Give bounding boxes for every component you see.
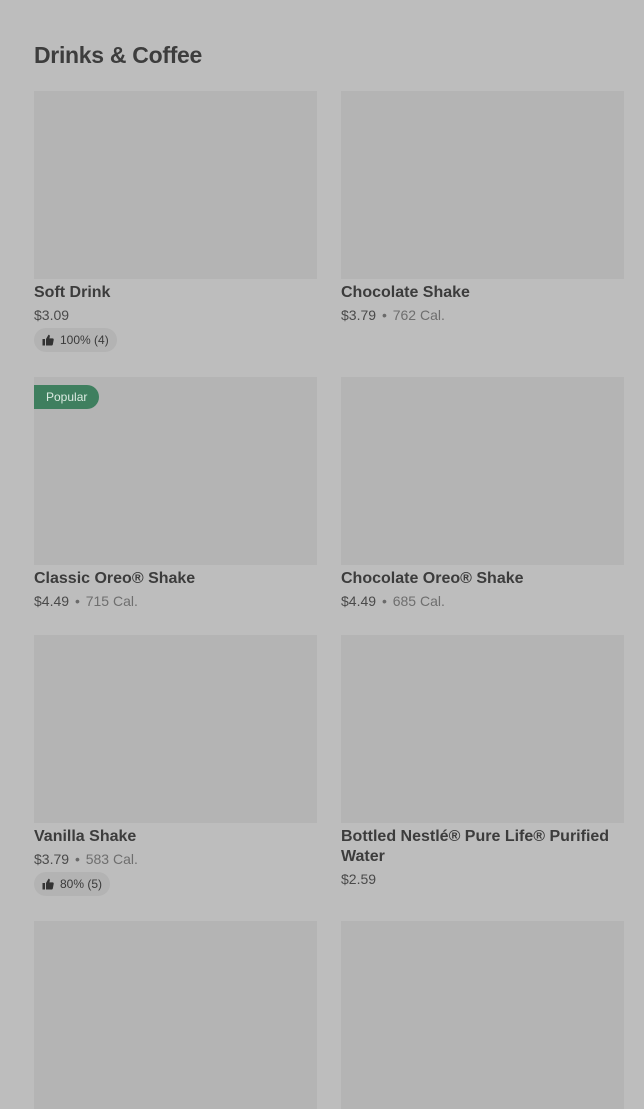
menu-item-card[interactable] <box>341 921 624 1109</box>
rating-pill: 80% (5) <box>34 872 111 896</box>
menu-item-name: Chocolate Oreo® Shake <box>341 570 524 587</box>
menu-item-price: $3.09 <box>34 307 70 323</box>
menu-item-price: $2.59 <box>341 871 377 887</box>
menu-item-name: Bottled Nestlé® Pure Life® Purified Wate… <box>341 828 610 865</box>
menu-item-image[interactable] <box>341 91 624 279</box>
menu-item-image[interactable]: Popular <box>34 377 317 565</box>
menu-item-image[interactable] <box>34 921 317 1109</box>
menu-item-meta: $4.49 • 715 Cal. <box>34 592 317 610</box>
menu-item-card[interactable]: Bottled Nestlé® Pure Life® Purified Wate… <box>341 635 624 888</box>
separator-dot: • <box>74 593 80 609</box>
menu-item-image[interactable] <box>341 635 624 823</box>
menu-item-price: $4.49 <box>34 593 70 609</box>
menu-item-card[interactable]: Popular Classic Oreo® Shake $4.49 • 715 … <box>34 377 317 610</box>
menu-item-meta: $3.79 • 583 Cal. <box>34 850 317 868</box>
menu-item-image[interactable] <box>34 91 317 279</box>
menu-item-calories: 685 Cal. <box>392 593 445 609</box>
menu-item-card[interactable]: Chocolate Shake $3.79 • 762 Cal. <box>341 91 624 324</box>
section-title: Drinks & Coffee <box>34 42 203 68</box>
menu-item-image[interactable] <box>34 635 317 823</box>
menu-item-price: $3.79 <box>34 851 70 867</box>
menu-item-meta: $3.09 <box>34 306 317 324</box>
menu-item-meta: $4.49 • 685 Cal. <box>341 592 624 610</box>
menu-item-card[interactable] <box>34 921 317 1109</box>
menu-item-name: Soft Drink <box>34 284 111 301</box>
menu-item-card[interactable]: Vanilla Shake $3.79 • 583 Cal. 80% (5) <box>34 635 317 896</box>
menu-item-image[interactable] <box>341 377 624 565</box>
menu-item-calories: 583 Cal. <box>85 851 138 867</box>
popular-badge: Popular <box>34 385 100 409</box>
menu-item-image[interactable] <box>341 921 624 1109</box>
menu-item-meta: $3.79 • 762 Cal. <box>341 306 624 324</box>
menu-item-calories: 715 Cal. <box>85 593 138 609</box>
thumbs-up-icon <box>42 878 54 890</box>
rating-pill: 100% (4) <box>34 328 117 352</box>
thumbs-up-icon <box>42 334 54 346</box>
separator-dot: • <box>381 593 387 609</box>
separator-dot: • <box>74 851 80 867</box>
menu-item-calories: 762 Cal. <box>392 307 445 323</box>
rating-text: 100% (4) <box>60 333 109 347</box>
menu-item-name: Vanilla Shake <box>34 828 137 845</box>
menu-item-name: Chocolate Shake <box>341 284 470 301</box>
menu-item-card[interactable]: Chocolate Oreo® Shake $4.49 • 685 Cal. <box>341 377 624 610</box>
menu-item-card[interactable]: Soft Drink $3.09 100% (4) <box>34 91 317 352</box>
separator-dot: • <box>381 307 387 323</box>
menu-item-price: $4.49 <box>341 593 377 609</box>
rating-text: 80% (5) <box>60 877 103 891</box>
menu-item-price: $3.79 <box>341 307 377 323</box>
menu-item-name: Classic Oreo® Shake <box>34 570 196 587</box>
menu-item-meta: $2.59 <box>341 870 624 888</box>
